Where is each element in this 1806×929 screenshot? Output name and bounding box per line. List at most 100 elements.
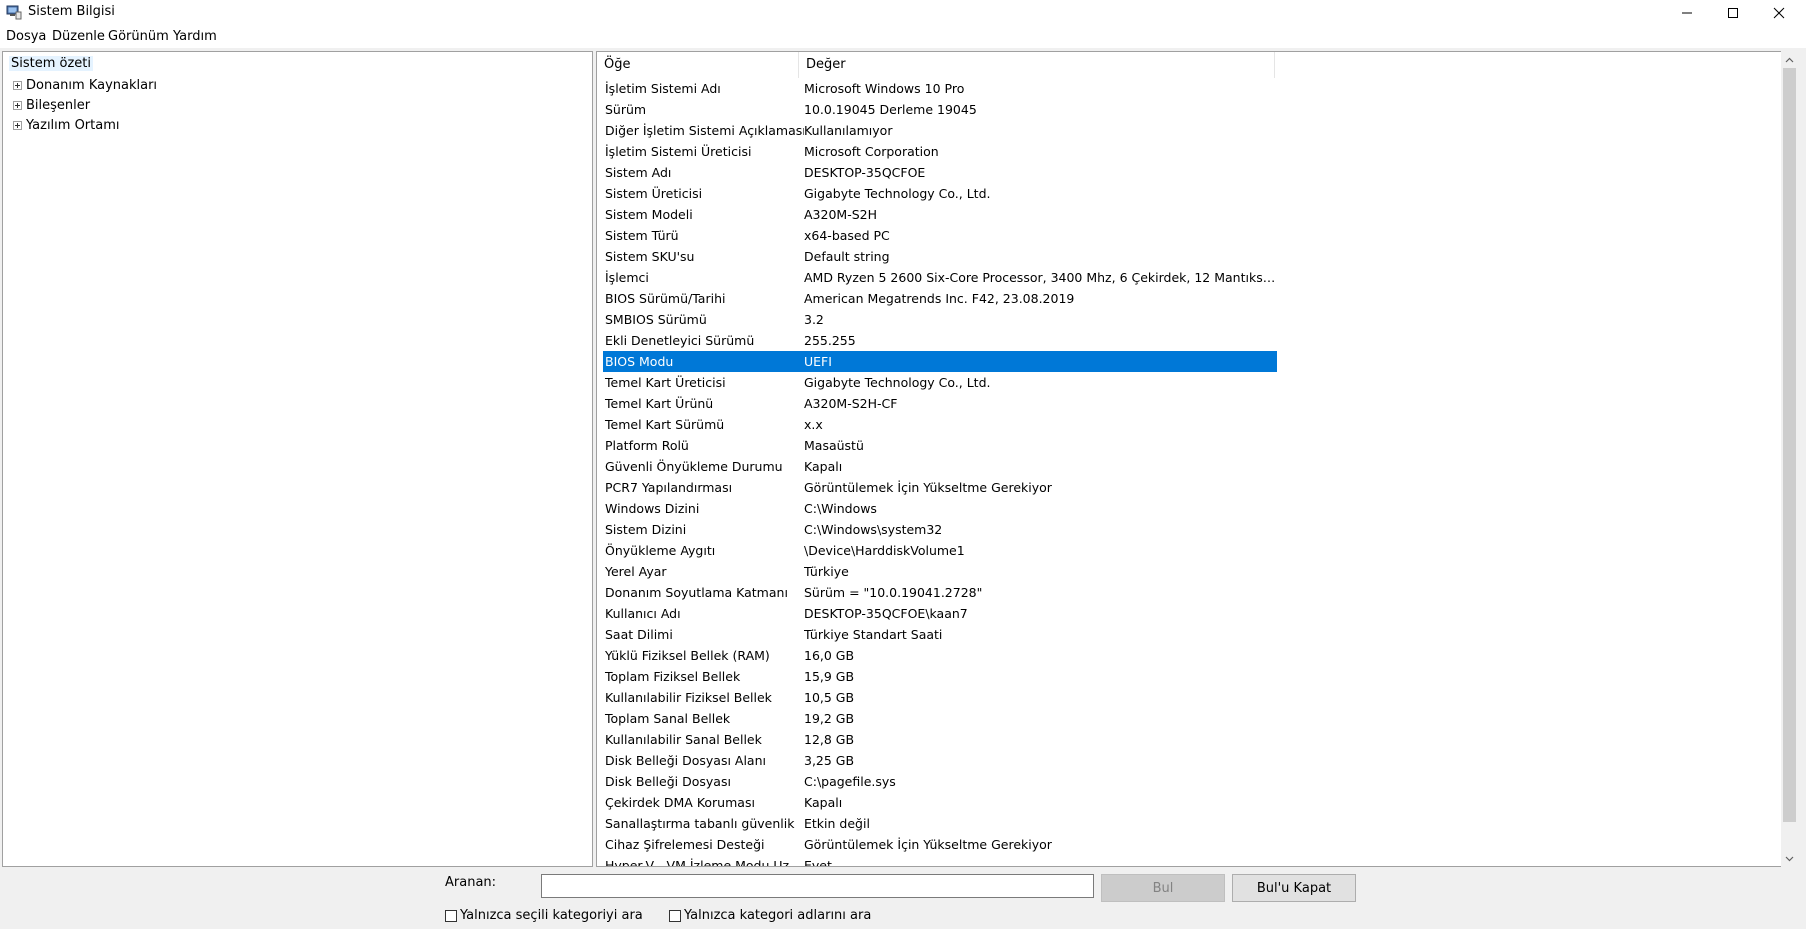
list-header: Öğe Değer (597, 52, 1775, 78)
row-value-cell: Gigabyte Technology Co., Ltd. (804, 375, 991, 390)
expand-icon[interactable] (13, 100, 22, 110)
window-title: Sistem Bilgisi (28, 4, 115, 19)
row-value-cell: Default string (804, 249, 890, 264)
table-row[interactable]: PCR7 Yapılandırması Görüntülemek İçin Yük… (603, 477, 1277, 498)
tree-item-hardware-resources[interactable]: Donanım Kaynakları (13, 76, 157, 94)
vertical-scrollbar[interactable] (1781, 51, 1798, 867)
close-button[interactable] (1756, 0, 1802, 25)
minimize-icon (1682, 12, 1692, 13)
tree-item-software-environment[interactable]: Yazılım Ortamı (13, 116, 120, 134)
table-row[interactable]: BIOS Sürümü/Tarihi American Megatrends In… (603, 288, 1277, 309)
table-row[interactable]: Diğer İşletim Sistemi Açıklaması Kullanıl… (603, 120, 1277, 141)
row-item-cell: İşletim Sistemi Adı (605, 81, 721, 96)
scroll-down-button[interactable] (1781, 850, 1798, 867)
table-row[interactable]: Saat Dilimi Türkiye Standart Saati (603, 624, 1277, 645)
row-item-cell: BIOS Modu (605, 354, 674, 369)
table-row[interactable]: Önyükleme Aygıtı \Device\HarddiskVolume1 (603, 540, 1277, 561)
expand-icon[interactable] (13, 80, 22, 90)
row-value-cell: Masaüstü (804, 438, 864, 453)
row-value-cell: 3,25 GB (804, 753, 855, 768)
row-item-cell: Güvenli Önyükleme Durumu (605, 459, 783, 474)
tree-item-system-summary[interactable]: Sistem özeti (9, 56, 94, 71)
table-row[interactable]: SMBIOS Sürümü 3.2 (603, 309, 1277, 330)
expand-icon[interactable] (13, 120, 22, 130)
row-value-cell: \Device\HarddiskVolume1 (804, 543, 965, 558)
row-item-cell: Kullanıcı Adı (605, 606, 681, 621)
row-item-cell: Sistem Üreticisi (605, 186, 703, 201)
table-row[interactable]: Sistem Türü x64-based PC (603, 225, 1277, 246)
table-row[interactable]: Toplam Sanal Bellek 19,2 GB (603, 708, 1277, 729)
table-row[interactable]: Hyper-V - VM İzleme Modu Uz... Evet (603, 855, 1277, 867)
search-category-names-option[interactable]: Yalnızca kategori adlarını ara (669, 908, 871, 923)
checkbox[interactable] (445, 909, 457, 922)
row-item-cell: Sistem SKU'su (605, 249, 695, 264)
row-value-cell: 255.255 (804, 333, 856, 348)
row-item-cell: Platform Rolü (605, 438, 689, 453)
row-item-cell: Hyper-V - VM İzleme Modu Uz... (605, 858, 802, 867)
table-row[interactable]: Cihaz Şifrelemesi Desteği Görüntülemek İç… (603, 834, 1277, 855)
find-input[interactable] (541, 874, 1094, 898)
table-row[interactable]: BIOS Modu UEFI (603, 351, 1277, 372)
row-value-cell: x64-based PC (804, 228, 890, 243)
table-row[interactable]: Sistem Dizini C:\Windows\system32 (603, 519, 1277, 540)
table-row[interactable]: Kullanıcı Adı DESKTOP-35QCFOE\kaan7 (603, 603, 1277, 624)
checkbox[interactable] (669, 909, 681, 922)
maximize-button[interactable] (1710, 0, 1756, 25)
menu-edit[interactable]: Düzenle (52, 29, 105, 44)
row-value-cell: Türkiye Standart Saati (804, 627, 943, 642)
row-item-cell: Sürüm (605, 102, 647, 117)
menu-help[interactable]: Yardım (173, 29, 217, 44)
table-row[interactable]: Sürüm 10.0.19045 Derleme 19045 (603, 99, 1277, 120)
scroll-thumb[interactable] (1783, 68, 1796, 822)
menu-view[interactable]: Görünüm (108, 29, 169, 44)
table-row[interactable]: Disk Belleği Dosyası Alanı 3,25 GB (603, 750, 1277, 771)
minimize-button[interactable] (1664, 0, 1710, 25)
details-list[interactable]: Öğe Değer İşletim Sistemi Adı Microsoft W… (596, 51, 1786, 867)
column-header-item[interactable]: Öğe (597, 52, 799, 78)
menu-file[interactable]: Dosya (6, 29, 46, 44)
table-row[interactable]: Platform Rolü Masaüstü (603, 435, 1277, 456)
table-row[interactable]: İşletim Sistemi Üreticisi Microsoft Corpo… (603, 141, 1277, 162)
table-row[interactable]: Temel Kart Ürünü A320M-S2H-CF (603, 393, 1277, 414)
row-value-cell: 19,2 GB (804, 711, 855, 726)
table-row[interactable]: İşletim Sistemi Adı Microsoft Windows 10 … (603, 78, 1277, 99)
tree-item-components[interactable]: Bileşenler (13, 96, 90, 114)
row-item-cell: Sanallaştırma tabanlı güvenlik (605, 816, 795, 831)
tree-item-label: Yazılım Ortamı (26, 117, 120, 133)
row-item-cell: Temel Kart Sürümü (605, 417, 725, 432)
table-row[interactable]: Sanallaştırma tabanlı güvenlik Etkin deği… (603, 813, 1277, 834)
table-row[interactable]: Kullanılabilir Sanal Bellek 12,8 GB (603, 729, 1277, 750)
table-row[interactable]: Toplam Fiziksel Bellek 15,9 GB (603, 666, 1277, 687)
column-header-value[interactable]: Değer (799, 52, 1275, 78)
category-tree[interactable]: Sistem özeti Donanım Kaynakları Bileşenl… (2, 51, 593, 867)
table-row[interactable]: Ekli Denetleyici Sürümü 255.255 (603, 330, 1277, 351)
table-row[interactable]: Yerel Ayar Türkiye (603, 561, 1277, 582)
row-value-cell: AMD Ryzen 5 2600 Six-Core Processor, 340… (804, 270, 1277, 285)
row-value-cell: Türkiye (804, 564, 849, 579)
table-row[interactable]: Temel Kart Sürümü x.x (603, 414, 1277, 435)
table-row[interactable]: Windows Dizini C:\Windows (603, 498, 1277, 519)
table-row[interactable]: Temel Kart Üreticisi Gigabyte Technology … (603, 372, 1277, 393)
row-value-cell: American Megatrends Inc. F42, 23.08.2019 (804, 291, 1075, 306)
table-row[interactable]: Donanım Soyutlama Katmanı Sürüm = "10.0.1… (603, 582, 1277, 603)
table-row[interactable]: Güvenli Önyükleme Durumu Kapalı (603, 456, 1277, 477)
table-row[interactable]: Sistem SKU'su Default string (603, 246, 1277, 267)
table-row[interactable]: Yüklü Fiziksel Bellek (RAM) 16,0 GB (603, 645, 1277, 666)
maximize-icon (1728, 7, 1738, 18)
checkbox-label: Yalnızca seçili kategoriyi ara (460, 908, 643, 923)
table-row[interactable]: Sistem Üreticisi Gigabyte Technology Co.,… (603, 183, 1277, 204)
search-selected-category-option[interactable]: Yalnızca seçili kategoriyi ara (445, 908, 643, 923)
row-value-cell: A320M-S2H-CF (804, 396, 898, 411)
table-row[interactable]: Sistem Modeli A320M-S2H (603, 204, 1277, 225)
table-row[interactable]: Disk Belleği Dosyası C:\pagefile.sys (603, 771, 1277, 792)
table-row[interactable]: Sistem Adı DESKTOP-35QCFOE (603, 162, 1277, 183)
table-row[interactable]: Kullanılabilir Fiziksel Bellek 10,5 GB (603, 687, 1277, 708)
row-item-cell: Çekirdek DMA Koruması (605, 795, 755, 810)
scroll-up-button[interactable] (1781, 51, 1798, 68)
find-button[interactable]: Bul (1101, 874, 1225, 902)
table-row[interactable]: Çekirdek DMA Koruması Kapalı (603, 792, 1277, 813)
close-find-button[interactable]: Bul'u Kapat (1232, 874, 1356, 902)
find-label: Aranan: (445, 875, 497, 890)
row-value-cell: 10.0.19045 Derleme 19045 (804, 102, 977, 117)
table-row[interactable]: İşlemci AMD Ryzen 5 2600 Six-Core Process… (603, 267, 1277, 288)
